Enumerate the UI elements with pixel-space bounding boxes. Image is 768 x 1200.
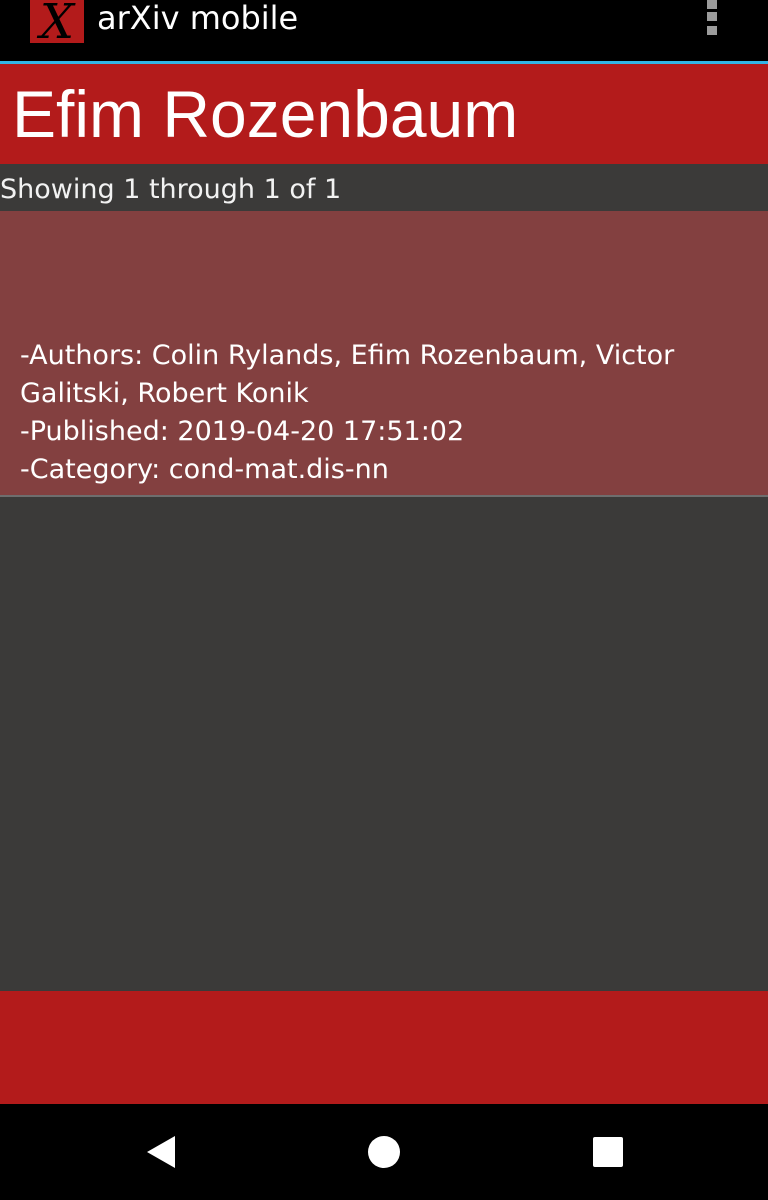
result-category: -Category: cond-mat.dis-nn: [20, 454, 389, 485]
overflow-menu-icon[interactable]: [701, 0, 723, 40]
result-authors: -Authors: Colin Rylands, Efim Rozenbaum,…: [20, 340, 675, 371]
arxiv-logo-icon[interactable]: X: [30, 0, 84, 43]
system-navigation-bar: [0, 1104, 768, 1200]
page-header: Efim Rozenbaum: [0, 64, 768, 164]
page-title: Efim Rozenbaum: [12, 77, 519, 151]
action-bar: X arXiv mobile: [0, 0, 768, 64]
result-authors-continued: Galitski, Robert Konik: [20, 378, 309, 409]
recents-square-icon[interactable]: [584, 1128, 632, 1176]
results-count: Showing 1 through 1 of 1: [0, 174, 342, 205]
list-item[interactable]: -Authors: Colin Rylands, Efim Rozenbaum,…: [0, 211, 768, 497]
footer-bar: [0, 991, 768, 1104]
back-triangle-icon[interactable]: [136, 1128, 184, 1176]
result-published: -Published: 2019-04-20 17:51:02: [20, 416, 465, 447]
home-circle-icon[interactable]: [360, 1128, 408, 1176]
logo-letter: X: [36, 0, 76, 43]
app-title: arXiv mobile: [97, 0, 299, 37]
